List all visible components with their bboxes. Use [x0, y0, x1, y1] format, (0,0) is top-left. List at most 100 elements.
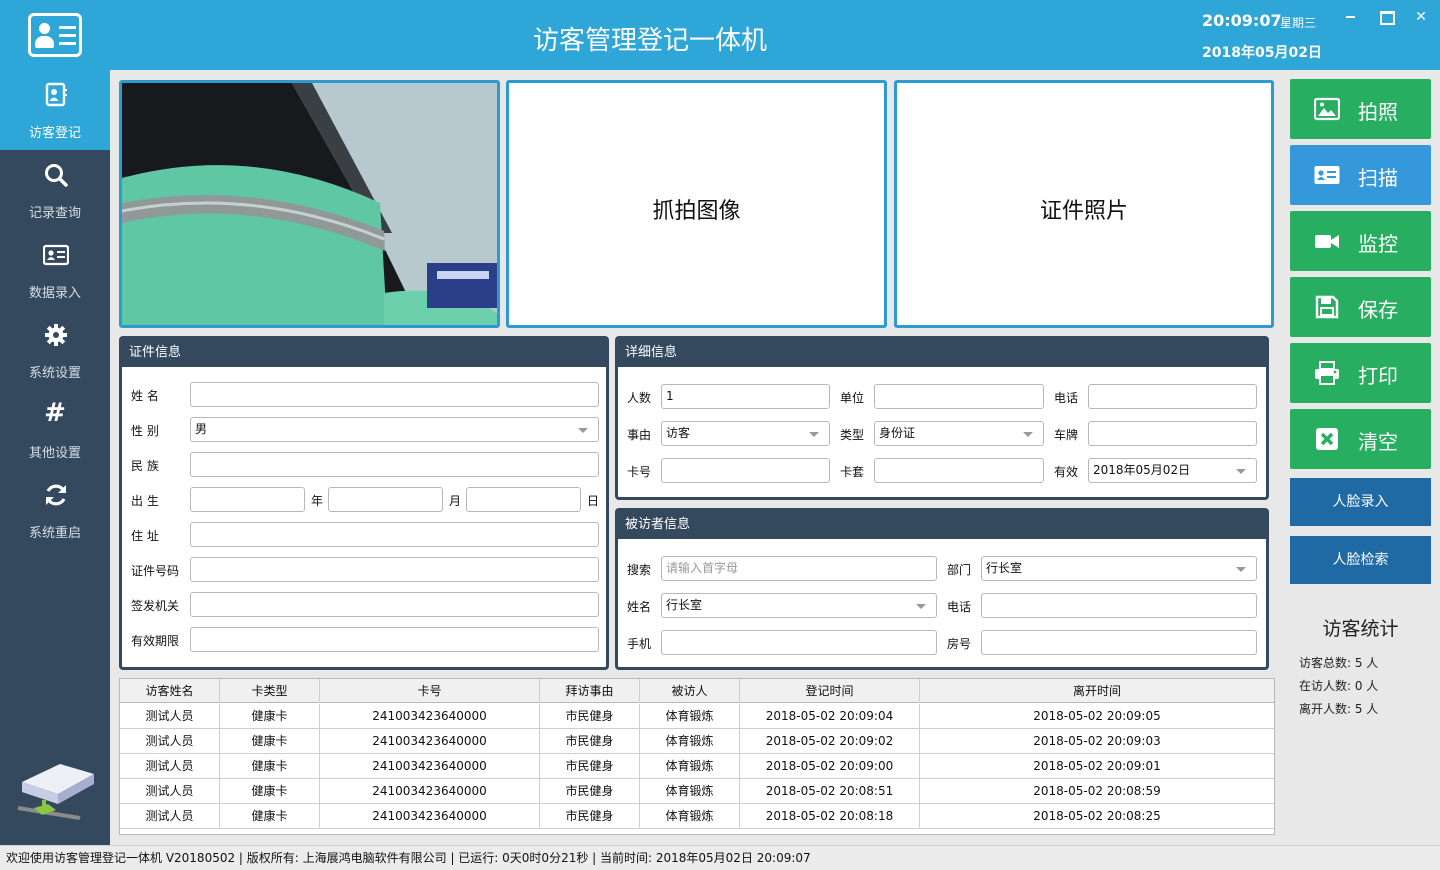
sidebar-item-visitor-register[interactable]: 访客登记	[0, 70, 110, 150]
table-cell: 健康卡	[220, 779, 320, 804]
visitee-phone-input[interactable]	[981, 593, 1257, 618]
type-label: 类型	[840, 428, 865, 442]
column-header[interactable]: 访客姓名	[120, 679, 220, 703]
title-bar: 访客管理登记一体机 20:09:07 星期三 2018年05月02日 ✕	[0, 0, 1440, 70]
table-cell: 市民健身	[540, 754, 640, 779]
visitor-records-table[interactable]: 访客姓名 卡类型 卡号 拜访事由 被访人 登记时间 离开时间 测试人员 健康卡 24…	[119, 678, 1275, 835]
table-cell: 241003423640000	[320, 729, 540, 754]
phone-label: 电话	[1054, 391, 1079, 405]
table-cell: 2018-05-02 20:09:00	[740, 754, 920, 779]
type-select[interactable]: 身份证	[874, 421, 1044, 446]
face-search-button[interactable]: 人脸检索	[1290, 536, 1431, 584]
network-drive-icon	[17, 764, 94, 820]
visitee-name-select[interactable]: 行长室	[661, 593, 937, 618]
table-row[interactable]: 测试人员 健康卡 241003423640000 市民健身 体育锻炼 2018-05-02…	[120, 779, 1274, 804]
detail-info-group: 详细信息 人数 1 单位 电话 事由 访客 类型 身份证 车牌 卡号 卡套 有效…	[615, 336, 1269, 500]
name-input[interactable]	[190, 382, 599, 407]
card-sleeve-label: 卡套	[840, 465, 865, 479]
day-label: 日	[587, 494, 600, 508]
table-cell: 体育锻炼	[640, 804, 740, 829]
sidebar-item-data-entry[interactable]: 数据录入	[0, 230, 110, 310]
sidebar-item-other-settings[interactable]: # 其他设置	[0, 390, 110, 470]
name-label: 姓 名	[131, 389, 159, 403]
scan-button[interactable]: 扫描	[1290, 145, 1431, 205]
minimize-button[interactable]	[1342, 8, 1360, 26]
table-cell: 2018-05-02 20:08:25	[1033, 809, 1161, 823]
face-enroll-button[interactable]: 人脸录入	[1290, 478, 1431, 526]
camera-feed-image	[122, 83, 497, 325]
table-cell: 2018-05-02 20:08:51	[740, 779, 920, 804]
id-photo-label: 证件照片	[1039, 199, 1128, 224]
floppy-disk-icon	[1315, 295, 1339, 319]
sidebar-item-label: 其他设置	[28, 446, 81, 461]
mobile-input[interactable]	[661, 630, 937, 655]
table-cell: 测试人员	[120, 804, 220, 829]
table-cell: 测试人员	[120, 704, 220, 729]
image-icon	[1314, 97, 1340, 121]
sidebar-item-label: 数据录入	[28, 286, 81, 301]
sidebar-item-system-restart[interactable]: 系统重启	[0, 470, 110, 550]
address-input[interactable]	[190, 522, 599, 547]
issuer-input[interactable]	[190, 592, 599, 617]
department-select[interactable]: 行长室	[981, 556, 1257, 581]
save-button[interactable]: 保存	[1290, 277, 1431, 337]
column-header[interactable]: 拜访事由	[540, 679, 640, 703]
sidebar-item-label: 记录查询	[28, 206, 81, 221]
id-number-input[interactable]	[190, 557, 599, 582]
plate-input[interactable]	[1088, 421, 1257, 446]
visitee-search-input[interactable]: 请输入首字母	[661, 556, 937, 581]
validity-input[interactable]	[190, 627, 599, 652]
clear-button[interactable]: 清空	[1290, 409, 1431, 469]
table-cell: 健康卡	[220, 704, 320, 729]
print-button[interactable]: 打印	[1290, 343, 1431, 403]
id-info-group: 证件信息 姓 名 性 别 男 民 族 出 生 年 月 日 住 址 证件号码 签发…	[119, 336, 609, 670]
photo-button[interactable]: 拍照	[1290, 79, 1431, 139]
column-header[interactable]: 离开时间	[920, 679, 1274, 703]
table-row[interactable]: 测试人员 健康卡 241003423640000 市民健身 体育锻炼 2018-05-02…	[120, 804, 1274, 829]
birth-year-input[interactable]	[190, 487, 305, 512]
column-header[interactable]: 卡号	[320, 679, 540, 703]
monitor-button[interactable]: 监控	[1290, 211, 1431, 271]
room-input[interactable]	[981, 630, 1257, 655]
app-title: 访客管理登记一体机	[532, 26, 767, 56]
live-camera-view	[119, 80, 500, 328]
table-row[interactable]: 测试人员 健康卡 241003423640000 市民健身 体育锻炼 2018-05-02…	[120, 754, 1274, 779]
mobile-label: 手机	[627, 637, 652, 651]
valid-date-select[interactable]: 2018年05月02日	[1088, 458, 1257, 483]
phone-input[interactable]	[1088, 384, 1257, 409]
print-button-label: 打印	[1358, 364, 1398, 388]
clock-date: 2018年05月02日	[1202, 45, 1322, 61]
reason-select[interactable]: 访客	[661, 421, 830, 446]
sidebar-item-record-query[interactable]: 记录查询	[0, 150, 110, 230]
year-label: 年	[311, 494, 324, 508]
column-header[interactable]: 被访人	[640, 679, 740, 703]
table-cell: 2018-05-02 20:09:01	[1033, 759, 1161, 773]
table-row[interactable]: 测试人员 健康卡 241003423640000 市民健身 体育锻炼 2018-05-02…	[120, 729, 1274, 754]
table-cell: 健康卡	[220, 729, 320, 754]
table-row[interactable]: 测试人员 健康卡 241003423640000 市民健身 体育锻炼 2018-05-02…	[120, 704, 1274, 729]
ethnicity-input[interactable]	[190, 452, 599, 477]
table-cell: 241003423640000	[320, 754, 540, 779]
capture-image-panel: 抓拍图像	[506, 80, 887, 328]
id-info-title: 证件信息	[122, 339, 606, 367]
clock-weekday: 星期三	[1280, 16, 1317, 30]
unit-input[interactable]	[874, 384, 1044, 409]
column-header[interactable]: 卡类型	[220, 679, 320, 703]
birth-month-input[interactable]	[328, 487, 443, 512]
gender-select[interactable]: 男	[190, 417, 599, 442]
table-cell: 2018-05-02 20:09:04	[740, 704, 920, 729]
birth-day-input[interactable]	[466, 487, 581, 512]
sidebar: 访客登记 记录查询 数据录入 系统设置 # 其他设置 系统重启	[0, 70, 110, 845]
clear-button-label: 清空	[1358, 430, 1398, 454]
plate-label: 车牌	[1054, 428, 1079, 442]
stats-total: 访客总数: 5 人	[1299, 656, 1379, 670]
sidebar-item-system-settings[interactable]: 系统设置	[0, 310, 110, 390]
maximize-button[interactable]	[1377, 8, 1395, 26]
card-number-input[interactable]	[661, 458, 830, 483]
count-input[interactable]: 1	[661, 384, 830, 409]
gear-icon	[45, 324, 67, 346]
table-cell: 2018-05-02 20:09:05	[1033, 709, 1161, 723]
close-button[interactable]: ✕	[1412, 8, 1430, 26]
card-sleeve-input[interactable]	[874, 458, 1044, 483]
column-header[interactable]: 登记时间	[740, 679, 920, 703]
